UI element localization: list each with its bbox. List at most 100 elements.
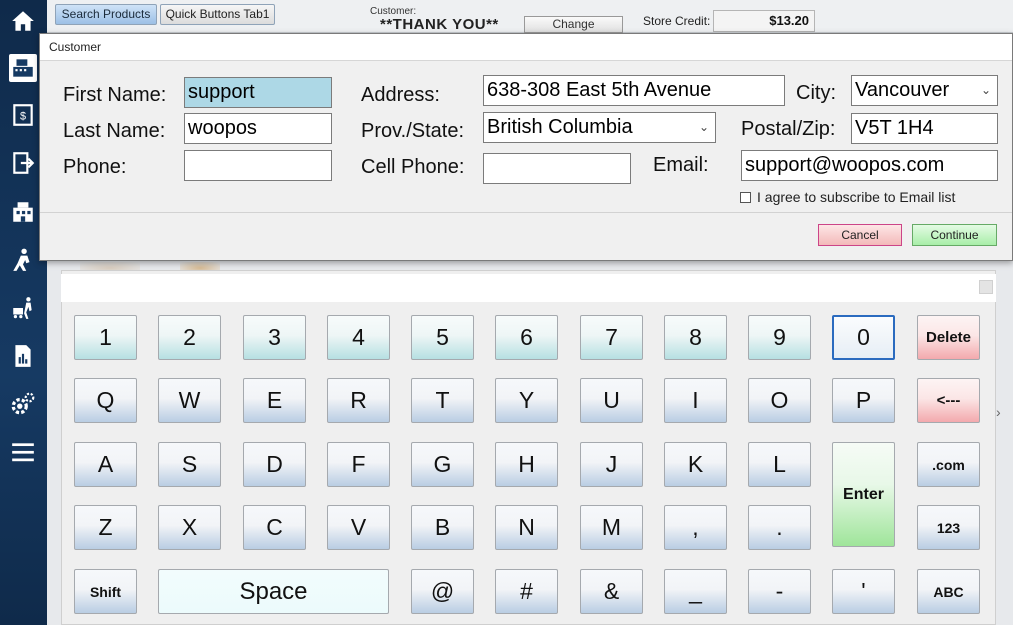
- key-e[interactable]: E: [243, 378, 306, 423]
- email-label: Email:: [653, 154, 709, 176]
- key-hash[interactable]: #: [495, 569, 558, 614]
- last-name-label: Last Name:: [63, 120, 166, 142]
- key-9[interactable]: 9: [748, 315, 811, 360]
- key-p[interactable]: P: [832, 378, 895, 423]
- city-label: City:: [796, 82, 836, 104]
- key-x[interactable]: X: [158, 505, 221, 550]
- key-d[interactable]: D: [243, 442, 306, 487]
- svg-text:$: $: [20, 110, 26, 122]
- phone-field[interactable]: [184, 150, 332, 181]
- key-c[interactable]: C: [243, 505, 306, 550]
- key-at[interactable]: @: [411, 569, 474, 614]
- address-label: Address:: [361, 84, 440, 106]
- key-shift[interactable]: Shift: [74, 569, 137, 614]
- store-credit-value: $13.20: [713, 10, 815, 32]
- key-o[interactable]: O: [748, 378, 811, 423]
- key-period[interactable]: .: [748, 505, 811, 550]
- key-i[interactable]: I: [664, 378, 727, 423]
- key-abc[interactable]: ABC: [917, 569, 980, 614]
- cancel-button[interactable]: Cancel: [818, 224, 902, 246]
- address-field[interactable]: 638-308 East 5th Avenue: [483, 75, 785, 106]
- chevron-down-icon: ⌄: [698, 120, 709, 134]
- change-customer-button[interactable]: Change Customer: [524, 16, 623, 46]
- key-f[interactable]: F: [327, 442, 390, 487]
- key-3[interactable]: 3: [243, 315, 306, 360]
- scroll-right-icon[interactable]: ›: [996, 404, 1001, 420]
- key-m[interactable]: M: [580, 505, 643, 550]
- key-ampersand[interactable]: &: [580, 569, 643, 614]
- key-s[interactable]: S: [158, 442, 221, 487]
- key-g[interactable]: G: [411, 442, 474, 487]
- key-5[interactable]: 5: [411, 315, 474, 360]
- key-delete[interactable]: Delete: [917, 315, 980, 360]
- menu-icon[interactable]: [9, 438, 37, 466]
- continue-button[interactable]: Continue: [912, 224, 997, 246]
- key-q[interactable]: Q: [74, 378, 137, 423]
- home-icon[interactable]: [9, 7, 37, 35]
- key-j[interactable]: J: [580, 442, 643, 487]
- dialog-title: Customer: [40, 34, 1012, 61]
- key-8[interactable]: 8: [664, 315, 727, 360]
- prov-state-select[interactable]: British Columbia ⌄: [483, 112, 716, 143]
- postal-field[interactable]: V5T 1H4: [851, 113, 998, 144]
- cell-phone-field[interactable]: [483, 153, 631, 184]
- key-space[interactable]: Space: [158, 569, 389, 614]
- city-select[interactable]: Vancouver ⌄: [851, 75, 998, 106]
- key-123[interactable]: 123: [917, 505, 980, 550]
- email-field[interactable]: support@woopos.com: [741, 150, 998, 181]
- key-0[interactable]: 0: [832, 315, 895, 360]
- divider: [40, 212, 1012, 213]
- subscribe-checkbox[interactable]: I agree to subscribe to Email list: [740, 189, 955, 205]
- key-v[interactable]: V: [327, 505, 390, 550]
- keyboard-input-display: [61, 274, 996, 302]
- key-underscore[interactable]: _: [664, 569, 727, 614]
- cart-person-icon[interactable]: [9, 294, 37, 322]
- key-n[interactable]: N: [495, 505, 558, 550]
- checkbox-icon[interactable]: [740, 191, 751, 203]
- key-1[interactable]: 1: [74, 315, 137, 360]
- key-b[interactable]: B: [411, 505, 474, 550]
- key-enter[interactable]: Enter: [832, 442, 895, 547]
- invoice-icon[interactable]: $: [9, 101, 37, 129]
- key-l[interactable]: L: [748, 442, 811, 487]
- key-r[interactable]: R: [327, 378, 390, 423]
- key-u[interactable]: U: [580, 378, 643, 423]
- phone-label: Phone:: [63, 156, 127, 178]
- customer-value: **THANK YOU**: [380, 16, 499, 33]
- settings-icon[interactable]: [9, 390, 37, 418]
- store-credit-label: Store Credit:: [643, 14, 711, 28]
- chevron-down-icon: ⌄: [980, 83, 991, 97]
- key-dotcom[interactable]: .com: [917, 442, 980, 487]
- postal-label: Postal/Zip:: [741, 118, 836, 140]
- exit-icon[interactable]: [9, 149, 37, 177]
- key-z[interactable]: Z: [74, 505, 137, 550]
- key-7[interactable]: 7: [580, 315, 643, 360]
- key-t[interactable]: T: [411, 378, 474, 423]
- key-4[interactable]: 4: [327, 315, 390, 360]
- keyboard-close-button[interactable]: [979, 280, 993, 294]
- key-k[interactable]: K: [664, 442, 727, 487]
- prov-state-label: Prov./State:: [361, 120, 465, 142]
- key-2[interactable]: 2: [158, 315, 221, 360]
- customer-dialog: Customer First Name: support Last Name: …: [39, 33, 1013, 261]
- report-icon[interactable]: [9, 342, 37, 370]
- first-name-label: First Name:: [63, 84, 167, 106]
- prov-state-value: British Columbia: [487, 116, 633, 138]
- last-name-field[interactable]: woopos: [184, 113, 332, 144]
- tab-quick-buttons[interactable]: Quick Buttons Tab1: [160, 4, 275, 25]
- key-a[interactable]: A: [74, 442, 137, 487]
- tab-search-products[interactable]: Search Products: [55, 4, 157, 25]
- building-icon[interactable]: [9, 198, 37, 226]
- key-backspace[interactable]: <---: [917, 378, 980, 423]
- key-dash[interactable]: -: [748, 569, 811, 614]
- register-icon[interactable]: [9, 54, 37, 82]
- delivery-icon[interactable]: [9, 246, 37, 274]
- key-w[interactable]: W: [158, 378, 221, 423]
- key-apostrophe[interactable]: ': [832, 569, 895, 614]
- subscribe-label: I agree to subscribe to Email list: [757, 189, 956, 205]
- key-6[interactable]: 6: [495, 315, 558, 360]
- first-name-field[interactable]: support: [184, 77, 332, 108]
- key-y[interactable]: Y: [495, 378, 558, 423]
- key-h[interactable]: H: [495, 442, 558, 487]
- key-comma[interactable]: ,: [664, 505, 727, 550]
